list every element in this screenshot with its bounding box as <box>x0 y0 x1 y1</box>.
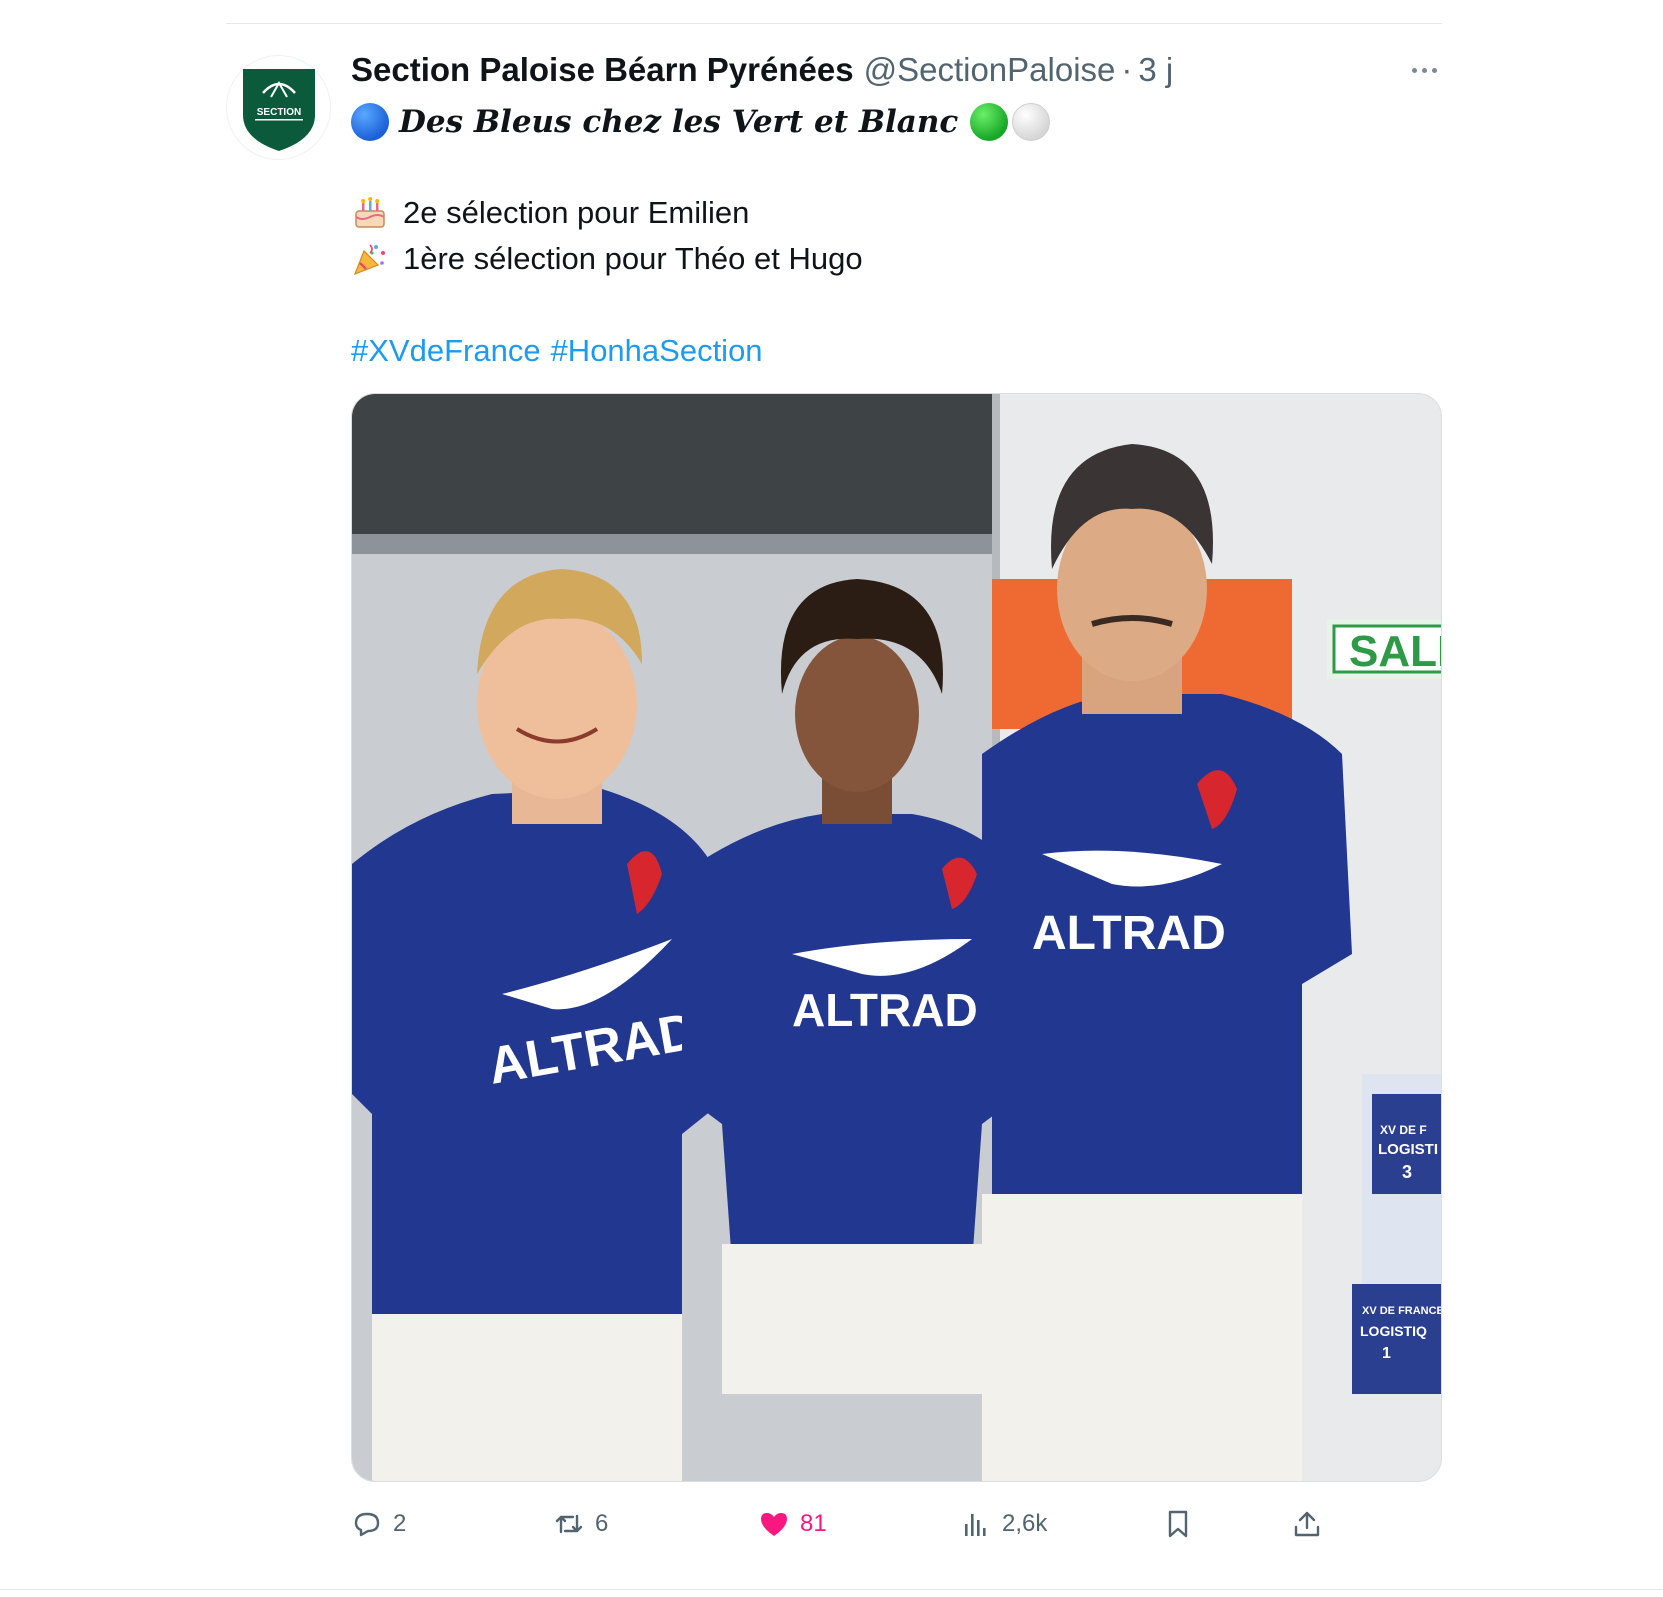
repost-icon <box>555 1514 583 1534</box>
hashtag-link[interactable]: #HonhaSection <box>551 333 763 369</box>
headline-text: Des Bleus chez les Vert et Blanc <box>399 104 959 140</box>
like-button[interactable]: 81 <box>758 1502 827 1546</box>
tweet-photo[interactable]: SALID XV DE F LOGISTI 3 XV DE FRANCE LOG… <box>351 393 1442 1482</box>
section-paloise-logo: SECTION <box>242 68 315 151</box>
share-button[interactable] <box>1291 1502 1323 1546</box>
more-dot-icon <box>1431 67 1437 73</box>
party-popper-icon <box>351 240 389 278</box>
like-count: 81 <box>800 1510 827 1537</box>
more-dot-icon <box>1411 67 1417 73</box>
box-label: 1 <box>1382 1345 1391 1362</box>
tweet-line: 1ère sélection pour Théo et Hugo <box>351 238 863 280</box>
views-button[interactable]: 2,6k <box>960 1502 1047 1546</box>
players-photo: SALID XV DE F LOGISTI 3 XV DE FRANCE LOG… <box>352 394 1442 1481</box>
line-text: 2e sélection pour Emilien <box>403 195 750 230</box>
box-label: 3 <box>1402 1162 1412 1182</box>
bookmark-icon <box>1168 1510 1188 1538</box>
views-count: 2,6k <box>1002 1510 1048 1537</box>
box-label: XV DE F <box>1380 1123 1427 1137</box>
box-label: LOGISTI <box>1378 1141 1438 1158</box>
share-icon <box>1294 1511 1320 1537</box>
box-label: XV DE FRANCE <box>1362 1305 1442 1317</box>
jersey-sponsor: ALTRAD <box>1032 907 1226 960</box>
hashtag-link[interactable]: #XVdeFrance <box>351 333 541 369</box>
green-circle-icon <box>970 103 1009 141</box>
birthday-cake-icon <box>351 194 389 232</box>
heart-icon <box>761 1513 787 1536</box>
tweet-header: Section Paloise Béarn Pyrénées @SectionP… <box>351 48 1173 92</box>
repost-count: 6 <box>595 1510 609 1537</box>
jersey-sponsor: ALTRAD <box>792 984 978 1036</box>
sign-text: SALID <box>1349 627 1442 676</box>
blue-circle-icon <box>351 103 389 141</box>
reply-button[interactable]: 2 <box>351 1502 406 1546</box>
reply-icon <box>354 1512 380 1537</box>
white-circle-icon <box>1012 103 1051 141</box>
user-handle[interactable]: @SectionPaloise <box>864 51 1116 89</box>
tweet-headline: Des Bleus chez les Vert et Blanc <box>351 100 1051 144</box>
separator: · <box>1121 51 1133 88</box>
avatar[interactable]: SECTION <box>226 55 331 160</box>
top-divider <box>226 23 1442 24</box>
more-dot-icon <box>1421 67 1427 73</box>
line-text: 1ère sélection pour Théo et Hugo <box>403 241 863 276</box>
hashtags: #XVdeFrance #HonhaSection <box>351 330 773 372</box>
tweet-line: 2e sélection pour Emilien <box>351 192 749 234</box>
views-icon <box>965 1514 986 1536</box>
svg-text:SECTION: SECTION <box>256 107 300 118</box>
bookmark-button[interactable] <box>1162 1502 1194 1546</box>
repost-button[interactable]: 6 <box>553 1502 608 1546</box>
display-name[interactable]: Section Paloise Béarn Pyrénées <box>351 51 854 89</box>
bottom-divider <box>0 1589 1663 1590</box>
box-label: LOGISTIQ <box>1360 1323 1427 1339</box>
reply-count: 2 <box>393 1510 407 1537</box>
timestamp[interactable]: 3 j <box>1138 51 1173 89</box>
more-options-button[interactable] <box>1404 52 1444 88</box>
